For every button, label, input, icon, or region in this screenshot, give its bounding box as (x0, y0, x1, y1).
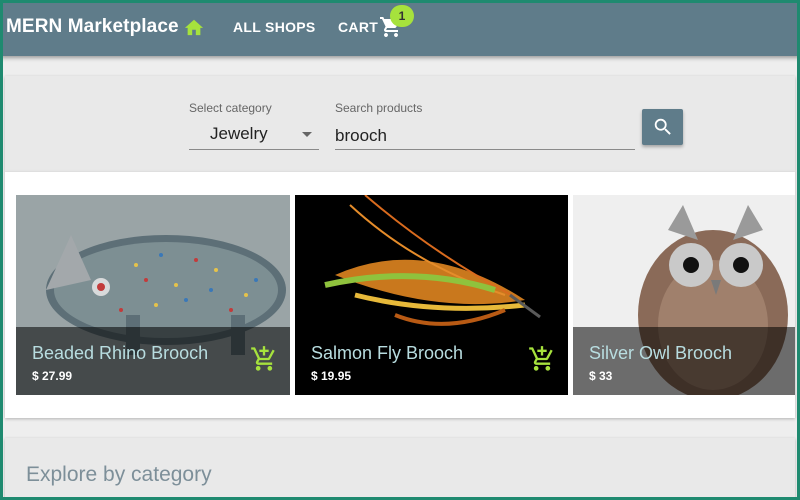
dropdown-arrow-icon (302, 132, 312, 137)
product-info-bar: Salmon Fly Brooch $ 19.95 (295, 327, 568, 395)
explore-title: Explore by category (26, 463, 212, 486)
product-tile[interactable]: Salmon Fly Brooch $ 19.95 (295, 195, 568, 395)
category-select[interactable]: Jewelry (189, 118, 319, 150)
category-select-value: Jewelry (210, 124, 268, 143)
add-shopping-cart-icon[interactable] (250, 345, 278, 373)
app-title: MERN Marketplace (6, 16, 179, 37)
search-field-label: Search products (335, 101, 423, 115)
home-button[interactable] (181, 14, 207, 40)
product-name[interactable]: Salmon Fly Brooch (311, 343, 463, 364)
home-icon (184, 19, 204, 36)
search-results-panel: Beaded Rhino Brooch $ 27.99 Salmon Fly B… (5, 172, 795, 418)
nav-all-shops-link[interactable]: ALL SHOPS (233, 19, 316, 35)
search-panel: Select category Jewelry Search products (5, 76, 795, 172)
nav-cart-link[interactable]: CART (338, 19, 378, 35)
add-shopping-cart-icon[interactable] (528, 345, 556, 373)
product-info-bar: Silver Owl Brooch $ 33 (573, 327, 795, 395)
product-info-bar: Beaded Rhino Brooch $ 27.99 (16, 327, 290, 395)
product-price: $ 33 (589, 369, 613, 383)
product-tile[interactable]: Beaded Rhino Brooch $ 27.99 (16, 195, 290, 395)
explore-category-panel: Explore by category (5, 438, 795, 500)
cart-count-badge: 1 (390, 5, 414, 27)
product-name[interactable]: Silver Owl Brooch (589, 343, 732, 364)
search-input[interactable] (335, 118, 635, 150)
search-button[interactable] (642, 109, 683, 145)
app-bar: MERN Marketplace ALL SHOPS CART 1 (0, 0, 800, 56)
product-tile[interactable]: Silver Owl Brooch $ 33 (573, 195, 795, 395)
product-name[interactable]: Beaded Rhino Brooch (32, 343, 208, 364)
product-price: $ 19.95 (311, 369, 352, 383)
product-price: $ 27.99 (32, 369, 73, 383)
search-icon (654, 118, 671, 135)
category-select-label: Select category (189, 101, 272, 115)
